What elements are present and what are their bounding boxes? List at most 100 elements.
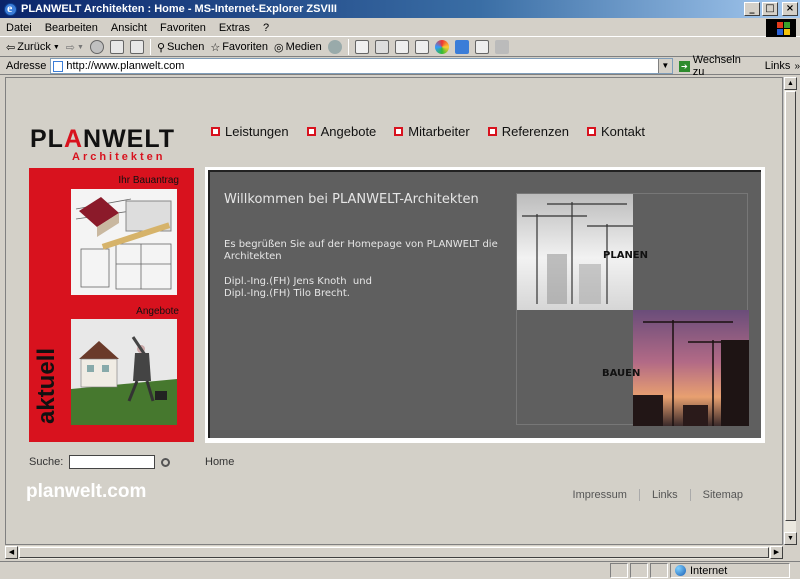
status-cell	[630, 563, 648, 578]
main-navigation: Leistungen Angebote Mitarbeiter Referenz…	[211, 124, 645, 139]
address-input[interactable]: http://www.planwelt.com ▼	[50, 58, 673, 74]
welcome-panel-inner: Willkommen bei PLANWELT-Architekten Es b…	[208, 170, 761, 438]
logo-part-1: PL	[30, 125, 64, 153]
nav-bullet-icon	[211, 127, 220, 136]
bauantrag-label[interactable]: Ihr Bauantrag	[118, 175, 179, 186]
menu-datei[interactable]: Datei	[6, 22, 32, 34]
minimize-button[interactable]: _	[744, 2, 760, 16]
footer-link-sitemap[interactable]: Sitemap	[689, 489, 755, 501]
menu-ansicht[interactable]: Ansicht	[111, 22, 147, 34]
globe-icon	[675, 565, 686, 576]
window-title: PLANWELT Architekten : Home - MS-Interne…	[21, 3, 337, 15]
toolbar-divider	[149, 39, 151, 55]
maximize-button[interactable]: □	[762, 2, 778, 16]
planen-label: PLANEN	[603, 250, 649, 261]
bauen-label: BAUEN	[602, 368, 641, 379]
forward-arrow-icon: ⇨	[65, 41, 75, 54]
ie-logo-icon	[4, 1, 17, 16]
scroll-down-icon[interactable]: ▼	[784, 532, 797, 545]
refresh-icon[interactable]	[109, 40, 124, 54]
history-icon[interactable]	[327, 40, 342, 54]
nav-bullet-icon	[487, 127, 497, 136]
status-text	[18, 563, 608, 578]
news-sidebar: Ihr Bauantrag Angebote aktuell	[29, 168, 194, 442]
nav-referenzen[interactable]: Referenzen	[487, 124, 569, 139]
vertical-scroll-thumb[interactable]	[785, 91, 796, 521]
favorites-label: Favoriten	[222, 41, 269, 53]
search-button[interactable]: ⚲ Suchen	[157, 41, 204, 54]
bauantrag-image[interactable]	[71, 189, 177, 295]
research-icon[interactable]	[474, 40, 489, 54]
nav-label: Mitarbeiter	[408, 124, 470, 139]
tools-icon[interactable]	[494, 40, 509, 54]
nav-label: Kontakt	[600, 124, 646, 139]
menu-extras[interactable]: Extras	[219, 22, 250, 34]
address-label: Adresse	[6, 60, 47, 72]
welcome-panel: Willkommen bei PLANWELT-Architekten Es b…	[205, 167, 765, 443]
status-cell	[610, 563, 628, 578]
nav-angebote[interactable]: Angebote	[306, 124, 377, 139]
media-label: Medien	[285, 41, 322, 53]
footer-brand: planwelt.com	[26, 481, 147, 502]
welcome-title: Willkommen bei PLANWELT-Architekten	[224, 192, 479, 207]
links-chevron-icon[interactable]: »	[794, 61, 800, 72]
close-button[interactable]: ×	[782, 2, 798, 16]
nav-bullet-icon	[586, 127, 596, 136]
status-cell	[650, 563, 668, 578]
stop-icon[interactable]	[89, 40, 104, 54]
page-status-icon	[2, 563, 16, 578]
horizontal-scroll-thumb[interactable]	[19, 547, 769, 558]
nav-leistungen[interactable]: Leistungen	[211, 124, 289, 139]
nav-mitarbeiter[interactable]: Mitarbeiter	[394, 124, 470, 139]
magnifier-icon[interactable]	[161, 457, 171, 467]
logo-wordmark: PLANWELT	[30, 125, 175, 154]
address-bar: Adresse http://www.planwelt.com ▼ ➔ Wech…	[0, 54, 800, 78]
ie-icon[interactable]	[454, 40, 469, 54]
favorites-button[interactable]: ☆ Favoriten	[210, 41, 268, 54]
scroll-right-icon[interactable]: ▶	[770, 546, 783, 559]
go-label: Wechseln zu	[692, 54, 741, 78]
window-titlebar: PLANWELT Architekten : Home - MS-Interne…	[0, 0, 800, 18]
nav-kontakt[interactable]: Kontakt	[586, 124, 646, 139]
footer-links: Impressum Links Sitemap	[561, 489, 755, 501]
planwelt-logo[interactable]: PLANWELT Architekten	[30, 125, 195, 165]
edit-icon[interactable]	[394, 40, 409, 54]
nav-bullet-icon	[394, 127, 404, 136]
discuss-icon[interactable]	[414, 40, 429, 54]
angebote-label[interactable]: Angebote	[136, 306, 179, 317]
scroll-left-icon[interactable]: ◀	[5, 546, 18, 559]
logo-part-2: NWELT	[83, 125, 176, 153]
menu-bearbeiten[interactable]: Bearbeiten	[45, 22, 98, 34]
planen-bauen-collage: PLANEN BAUEN	[516, 193, 749, 426]
site-search-input[interactable]	[69, 455, 156, 469]
security-zone: Internet	[670, 563, 790, 578]
search-label: Suchen	[167, 41, 205, 53]
nav-label: Angebote	[320, 124, 377, 139]
address-url: http://www.planwelt.com	[66, 60, 185, 72]
media-button[interactable]: ◎ Medien	[274, 41, 322, 54]
print-icon[interactable]	[374, 40, 389, 54]
forward-button[interactable]: ⇨ ▼	[66, 41, 84, 54]
horizontal-scrollbar[interactable]: ◀ ▶	[5, 546, 783, 559]
menu-help[interactable]: ?	[263, 22, 269, 34]
scroll-up-icon[interactable]: ▲	[784, 77, 797, 90]
back-arrow-icon: ⇦	[6, 41, 16, 54]
home-icon[interactable]	[129, 40, 144, 54]
back-dropdown-icon[interactable]: ▼	[53, 44, 60, 51]
vertical-scrollbar[interactable]: ▲ ▼	[783, 77, 797, 545]
breadcrumb[interactable]: Home	[205, 456, 234, 468]
footer-link-links[interactable]: Links	[638, 489, 690, 501]
mail-icon[interactable]	[354, 40, 369, 54]
address-dropdown-icon[interactable]: ▼	[657, 59, 672, 73]
nav-bullet-icon	[306, 127, 316, 136]
back-button[interactable]: ⇦ Zurück ▼	[6, 41, 60, 54]
go-button[interactable]: ➔ Wechseln zu	[678, 54, 755, 78]
toolbar-divider	[347, 39, 349, 55]
site-search: Suche:	[29, 455, 171, 469]
messenger-icon[interactable]	[434, 40, 449, 54]
angebote-image[interactable]	[71, 319, 177, 425]
favorites-icon: ☆	[210, 41, 221, 54]
links-button[interactable]: Links	[765, 60, 791, 72]
menu-favoriten[interactable]: Favoriten	[160, 22, 206, 34]
footer-link-impressum[interactable]: Impressum	[561, 489, 639, 501]
